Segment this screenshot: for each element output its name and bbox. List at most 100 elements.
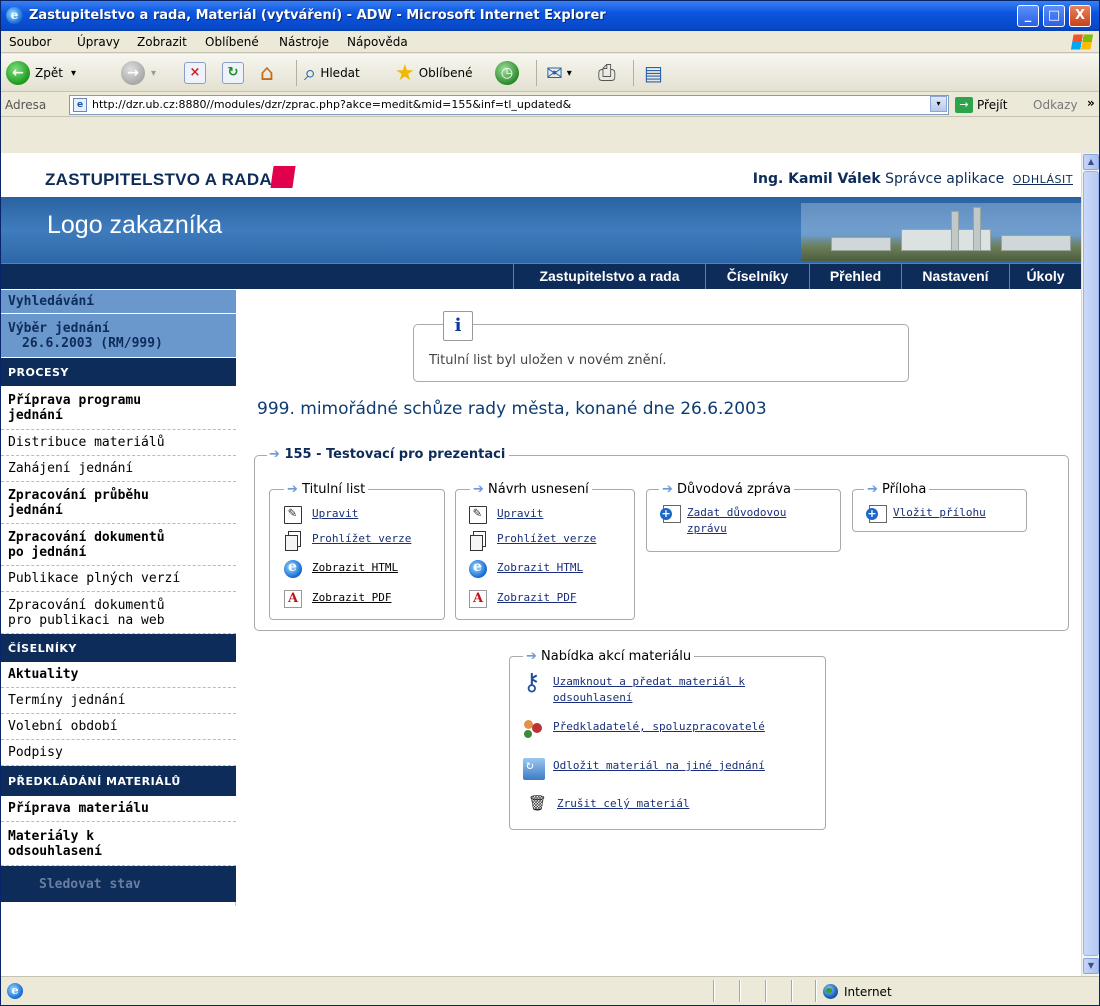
sidebar-item-zpracovani-dokumentu[interactable]: Zpracování dokumentů po jednání bbox=[1, 524, 236, 566]
maximize-button[interactable]: □ bbox=[1043, 5, 1065, 27]
mail-dropdown-icon: ▾ bbox=[566, 67, 572, 79]
action-link[interactable]: Prohlížet verze bbox=[497, 531, 596, 547]
edit-button[interactable]: ▤ bbox=[644, 59, 663, 87]
sidebar-heading-ciselniky: ČÍSELNÍKY bbox=[1, 634, 236, 662]
sidebar-item-zahajeni[interactable]: Zahájení jednání bbox=[1, 456, 236, 482]
back-button[interactable]: ← Zpět ▾ bbox=[6, 59, 76, 87]
refresh-button[interactable]: ↻ bbox=[222, 59, 244, 87]
nav-ukoly[interactable]: Úkoly bbox=[1009, 264, 1081, 289]
nabidka-cancel-action[interactable]: Zrušit celý materiál bbox=[527, 794, 689, 814]
info-message: Titulní list byl uložen v novém znění. bbox=[429, 353, 667, 368]
sidebar-item-terminy[interactable]: Termíny jednání bbox=[1, 688, 236, 714]
titulni-list-edit-action[interactable]: Upravit bbox=[284, 505, 358, 524]
nav-ciselniky[interactable]: Číselníky bbox=[705, 264, 809, 289]
action-link[interactable]: Zobrazit HTML bbox=[312, 560, 398, 576]
scroll-thumb[interactable] bbox=[1083, 171, 1099, 956]
menu-view[interactable]: Zobrazit bbox=[137, 35, 187, 49]
search-button[interactable]: ⌕ Hledat bbox=[304, 59, 360, 87]
action-link[interactable]: Zobrazit HTML bbox=[497, 560, 583, 576]
minimize-button[interactable]: _ bbox=[1017, 5, 1039, 27]
status-divider bbox=[791, 980, 793, 1002]
nabidka-people-action[interactable]: Předkladatelé, spoluzpracovatelé bbox=[523, 719, 765, 741]
sidebar-meeting-select[interactable]: Výběr jednání 26.6.2003 (RM/999) bbox=[1, 314, 236, 358]
titulni-list-html-action[interactable]: Zobrazit HTML bbox=[284, 559, 398, 578]
action-link[interactable]: Zadat důvodovou zprávu bbox=[687, 505, 786, 537]
action-link[interactable]: Uzamknout a předat materiál k odsouhlasen… bbox=[553, 674, 745, 706]
navrh-pdf-action[interactable]: Zobrazit PDF bbox=[469, 590, 576, 608]
navrh-versions-action[interactable]: Prohlížet verze bbox=[469, 531, 596, 551]
history-button[interactable]: ◷ bbox=[495, 59, 519, 87]
sidebar-item-distribuce[interactable]: Distribuce materiálů bbox=[1, 430, 236, 456]
windows-logo-icon bbox=[1070, 34, 1094, 50]
nabidka-lock-action[interactable]: Uzamknout a předat materiál k odsouhlasen… bbox=[523, 668, 745, 706]
mail-button[interactable]: ✉ ▾ bbox=[546, 59, 572, 87]
fieldset-title-label: Titulní list bbox=[302, 482, 366, 497]
sidebar-item-line: Zpracování průběhu bbox=[8, 487, 149, 503]
add-document-icon bbox=[660, 505, 681, 523]
favorites-button[interactable]: ★ Oblíbené bbox=[395, 59, 472, 87]
page-header: ZASTUPITELSTVO A RADA Ing. Kamil Válek S… bbox=[1, 153, 1081, 197]
forward-button[interactable]: → ▾ bbox=[121, 59, 156, 87]
vertical-scrollbar[interactable]: ▲ ▼ bbox=[1081, 153, 1099, 976]
browser-window: e Zastupitelstvo a rada, Materiál (vytvá… bbox=[0, 0, 1100, 1006]
close-button[interactable]: X bbox=[1069, 5, 1091, 27]
print-button[interactable]: ⎙ bbox=[598, 59, 616, 87]
menu-help[interactable]: Nápověda bbox=[347, 35, 408, 49]
nav-zastupitelstvo[interactable]: Zastupitelstvo a rada bbox=[513, 264, 705, 289]
menu-tools[interactable]: Nástroje bbox=[279, 35, 329, 49]
sidebar-search[interactable]: Vyhledávání bbox=[1, 290, 236, 314]
sidebar-item-aktuality[interactable]: Aktuality bbox=[1, 662, 236, 688]
action-link[interactable]: Předkladatelé, spoluzpracovatelé bbox=[553, 719, 765, 735]
scroll-down-icon[interactable]: ▼ bbox=[1083, 958, 1099, 974]
action-link[interactable]: Zobrazit PDF bbox=[312, 590, 391, 606]
nav-nastaveni[interactable]: Nastavení bbox=[901, 264, 1009, 289]
sidebar-item-priprava-materialu[interactable]: Příprava materiálu bbox=[1, 796, 236, 822]
action-link[interactable]: Upravit bbox=[497, 506, 543, 522]
menu-file[interactable]: Soubor bbox=[9, 35, 51, 49]
status-divider bbox=[765, 980, 767, 1002]
sidebar-item-line: jednání bbox=[8, 502, 63, 518]
arrow-right-icon: ➔ bbox=[287, 482, 298, 497]
menu-edit[interactable]: Úpravy bbox=[77, 35, 120, 49]
titulni-list-pdf-action[interactable]: Zobrazit PDF bbox=[284, 590, 391, 608]
action-link[interactable]: Zrušit celý materiál bbox=[557, 796, 689, 812]
meeting-select-line: 26.6.2003 (RM/999) bbox=[22, 335, 163, 351]
action-link[interactable]: Upravit bbox=[312, 506, 358, 522]
duvodova-add-action[interactable]: Zadat důvodovou zprávu bbox=[660, 505, 786, 537]
links-label[interactable]: Odkazy bbox=[1033, 98, 1078, 112]
sidebar-item-publikace-web[interactable]: Zpracování dokumentů pro publikaci na web bbox=[1, 592, 236, 634]
navrh-html-action[interactable]: Zobrazit HTML bbox=[469, 559, 583, 578]
sidebar-item-sledovat-stav[interactable]: Sledovat stav bbox=[1, 866, 236, 902]
sidebar-item-materialy-odsouhlaseni[interactable]: Materiály k odsouhlasení bbox=[1, 822, 236, 866]
key-icon bbox=[523, 668, 545, 696]
logout-link[interactable]: ODHLÁSIT bbox=[1013, 173, 1073, 186]
window-title: Zastupitelstvo a rada, Materiál (vytváře… bbox=[29, 8, 606, 23]
nabidka-postpone-action[interactable]: Odložit materiál na jiné jednání bbox=[523, 758, 765, 780]
scroll-up-icon[interactable]: ▲ bbox=[1083, 154, 1099, 170]
sidebar-item-line: Zpracování dokumentů bbox=[8, 597, 165, 613]
sidebar-item-priprava-programu[interactable]: Příprava programu jednání bbox=[1, 386, 236, 430]
action-link[interactable]: Odložit materiál na jiné jednání bbox=[553, 758, 765, 774]
home-button[interactable]: ⌂ bbox=[260, 59, 274, 87]
sidebar-item-podpisy[interactable]: Podpisy bbox=[1, 740, 236, 766]
action-link[interactable]: Prohlížet verze bbox=[312, 531, 411, 547]
sidebar-item-volebni-obdobi[interactable]: Volební období bbox=[1, 714, 236, 740]
action-link[interactable]: Vložit přílohu bbox=[893, 505, 986, 521]
menu-favorites[interactable]: Oblíbené bbox=[205, 35, 259, 49]
home-icon: ⌂ bbox=[260, 60, 274, 86]
address-dropdown-icon[interactable]: ▾ bbox=[930, 96, 947, 112]
priloha-add-action[interactable]: Vložit přílohu bbox=[866, 505, 986, 523]
action-link[interactable]: Zobrazit PDF bbox=[497, 590, 576, 606]
fieldset-title-label: Důvodová zpráva bbox=[677, 482, 791, 497]
navrh-edit-action[interactable]: Upravit bbox=[469, 505, 543, 524]
meeting-select-line: Výběr jednání bbox=[8, 320, 110, 336]
titulni-list-versions-action[interactable]: Prohlížet verze bbox=[284, 531, 411, 551]
sidebar-item-zpracovani-prubehu[interactable]: Zpracování průběhu jednání bbox=[1, 482, 236, 524]
links-chevron-icon[interactable]: » bbox=[1087, 96, 1095, 110]
versions-icon bbox=[469, 531, 487, 551]
go-button[interactable]: → Přejít bbox=[955, 97, 1007, 113]
sidebar-item-publikace[interactable]: Publikace plných verzí bbox=[1, 566, 236, 592]
nav-prehled[interactable]: Přehled bbox=[809, 264, 901, 289]
address-input[interactable]: e http://dzr.ub.cz:8880//modules/dzr/zpr… bbox=[69, 95, 949, 115]
stop-button[interactable]: × bbox=[184, 59, 206, 87]
